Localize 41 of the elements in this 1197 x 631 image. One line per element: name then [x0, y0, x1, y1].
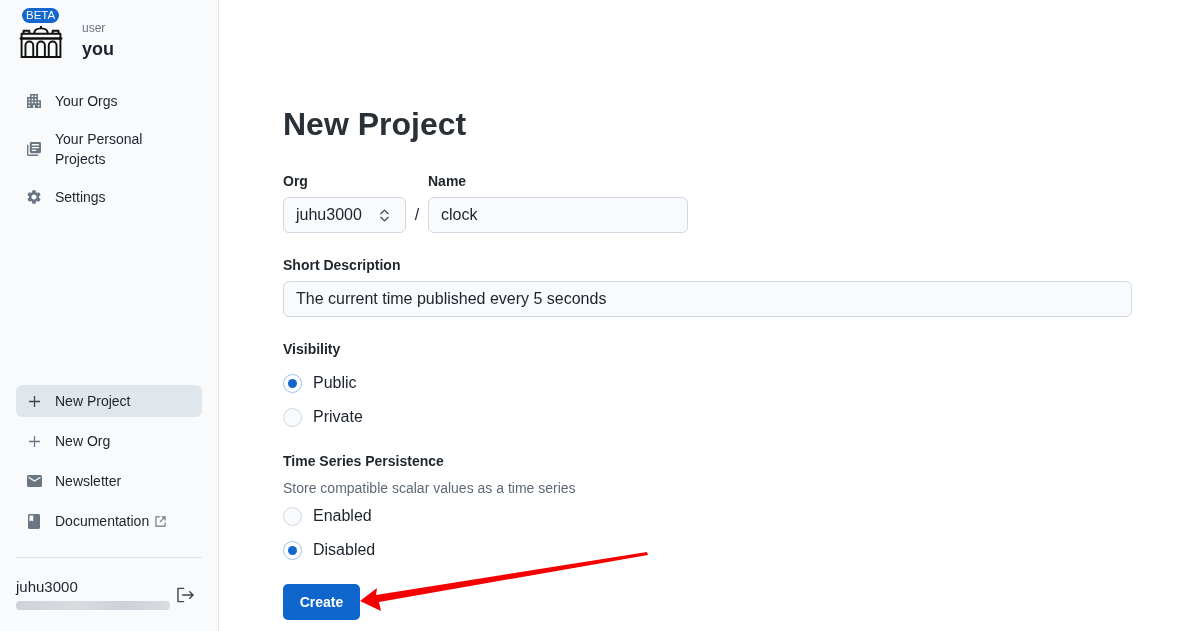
beta-badge: BETA	[22, 8, 60, 23]
sidebar-item[interactable]: Documentation	[16, 505, 202, 537]
org-select[interactable]: juhu3000	[283, 197, 406, 233]
field-label: Time Series Persistence	[283, 452, 444, 471]
radio-button[interactable]	[283, 506, 302, 526]
sidebar-item[interactable]: Settings	[16, 181, 202, 213]
radio-label[interactable]: Enabled	[313, 504, 372, 528]
field-label: Visibility	[283, 340, 341, 359]
radio-button[interactable]	[283, 407, 302, 427]
account-name: juhu3000	[16, 577, 79, 597]
sidebar-item[interactable]: Your Personal Projects	[16, 123, 202, 175]
sidebar-item[interactable]: Your Orgs	[16, 85, 202, 117]
stacked-documents-icon	[27, 142, 41, 156]
plus-icon	[28, 435, 40, 447]
building-logo	[18, 25, 64, 58]
user-name: you	[82, 38, 114, 61]
plus-icon	[28, 395, 40, 407]
radio-label[interactable]: Private	[313, 405, 363, 429]
description-input[interactable]: The current time published every 5 seconds	[283, 281, 1132, 317]
radio-button[interactable]	[283, 373, 302, 393]
field-hint: Store compatible scalar values as a time series	[283, 479, 576, 498]
field-label: Name	[428, 172, 468, 191]
radio-button[interactable]	[283, 540, 302, 560]
sidebar-item[interactable]: Newsletter	[16, 465, 202, 497]
name-input[interactable]: clock	[428, 197, 688, 233]
envelope-icon	[26, 475, 42, 487]
field-label: Short Description	[283, 256, 401, 275]
updown-chevron-icon	[380, 208, 389, 222]
page-title: New Project	[283, 105, 468, 144]
logout-icon[interactable]	[177, 587, 194, 603]
sidebar-item[interactable]: New Project	[16, 385, 202, 417]
radio-label[interactable]: Disabled	[313, 538, 376, 562]
user-role-label: user	[82, 20, 107, 36]
field-label: Org	[283, 172, 309, 191]
create-button[interactable]: Create	[283, 584, 360, 620]
settings-icon	[27, 190, 41, 204]
radio-label[interactable]: Public	[313, 371, 357, 395]
path-separator: /	[413, 206, 421, 224]
sidebar-item[interactable]: New Org	[16, 425, 202, 457]
book-icon	[28, 513, 40, 529]
buildings-icon	[27, 94, 41, 108]
